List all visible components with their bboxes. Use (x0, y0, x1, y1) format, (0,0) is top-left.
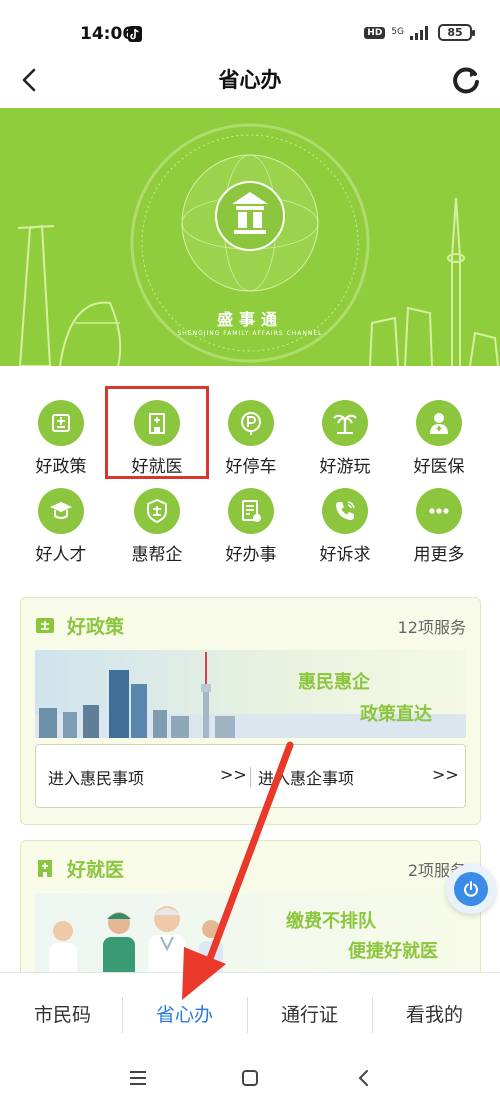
system-nav-bar (0, 1056, 500, 1101)
tiktok-icon (128, 26, 142, 42)
status-indicators: HD 5G 85 (364, 24, 475, 41)
parking-icon (228, 400, 274, 446)
service-parking[interactable]: 好停车 (204, 390, 298, 480)
medical-card-header: 好就医 2项服务 (35, 855, 466, 883)
service-travel[interactable]: 好游玩 (298, 390, 392, 480)
service-label: 好医保 (413, 457, 465, 477)
network-label: 5G (391, 27, 404, 37)
service-label: 用更多 (413, 545, 465, 565)
policy-banner-line2: 政策直达 (360, 704, 432, 725)
policy-banner[interactable]: 惠民惠企 政策直达 (35, 650, 466, 738)
floating-power-button[interactable] (446, 864, 496, 914)
refresh-button[interactable] (446, 60, 486, 100)
battery-icon: 85 (438, 24, 475, 41)
service-label: 好停车 (225, 457, 277, 477)
service-label: 好政策 (35, 457, 87, 477)
tab-pass[interactable]: 通行证 (247, 973, 372, 1057)
more-icon (416, 488, 462, 534)
document-icon (228, 488, 274, 534)
service-enterprise[interactable]: 惠帮企 (110, 478, 204, 568)
link-divider (250, 767, 251, 787)
highlight-box (105, 386, 209, 479)
home-icon[interactable] (236, 1064, 264, 1092)
service-more[interactable]: 用更多 (392, 478, 486, 568)
service-insurance[interactable]: 好医保 (392, 390, 486, 480)
back-nav-icon[interactable] (350, 1064, 378, 1092)
tab-citizen-code[interactable]: 市民码 (0, 973, 125, 1057)
signal-icon (410, 25, 428, 40)
phone-icon (322, 488, 368, 534)
medical-banner-line2: 便捷好就医 (348, 941, 438, 962)
service-policy[interactable]: 好政策 (14, 390, 108, 480)
tab-shengxinban[interactable]: 省心办 (122, 973, 247, 1057)
status-time: 14:06 (80, 24, 135, 44)
policy-icon (38, 400, 84, 446)
policy-card-icon (36, 618, 54, 633)
hero-logo-text: 盛事通 (216, 310, 283, 329)
service-label: 好诉求 (319, 545, 371, 565)
service-label: 好游玩 (319, 457, 371, 477)
link-citizen-arrow[interactable]: >> (220, 765, 247, 784)
palm-tree-icon (322, 400, 368, 446)
policy-card-header: 好政策 12项服务 (35, 612, 466, 640)
page-title: 省心办 (218, 68, 282, 92)
menu-icon[interactable] (124, 1064, 152, 1092)
hero-logo-subtitle: SHENGJING FAMILY AFFAIRS CHANNEL (177, 330, 323, 337)
service-label: 惠帮企 (131, 545, 183, 565)
hospital-card-icon (38, 860, 52, 877)
medical-banner[interactable]: 缴费不排队 便捷好就医 (35, 893, 466, 981)
title-bar: 省心办 (0, 52, 500, 108)
policy-card: 好政策 12项服务 惠民惠企 政策直达 进入惠民事项 >> 进入惠企事项 >> (20, 597, 481, 825)
link-citizen-matters[interactable]: 进入惠民事项 (48, 765, 144, 789)
link-enterprise-arrow[interactable]: >> (432, 765, 459, 784)
service-label: 好办事 (225, 545, 277, 565)
service-affairs[interactable]: 好办事 (204, 478, 298, 568)
doctor-icon (416, 400, 462, 446)
hero-banner: 盛事通 SHENGJING FAMILY AFFAIRS CHANNEL (0, 108, 500, 366)
service-appeal[interactable]: 好诉求 (298, 478, 392, 568)
medical-card-title: 好就医 (67, 859, 125, 881)
policy-banner-line1: 惠民惠企 (298, 672, 370, 693)
hd-badge: HD (364, 26, 386, 39)
status-bar: 14:06 HD 5G 85 (0, 0, 500, 52)
power-icon (454, 872, 488, 906)
medical-banner-line1: 缴费不排队 (286, 911, 376, 932)
bottom-nav: 市民码 省心办 通行证 看我的 (0, 972, 500, 1056)
service-talent[interactable]: 好人才 (14, 478, 108, 568)
policy-link-row: 进入惠民事项 >> 进入惠企事项 >> (35, 744, 466, 808)
service-label: 好人才 (35, 545, 87, 565)
tab-mine[interactable]: 看我的 (372, 973, 497, 1057)
link-enterprise-matters[interactable]: 进入惠企事项 (258, 765, 354, 789)
enterprise-shield-icon (134, 488, 180, 534)
graduate-icon (38, 488, 84, 534)
policy-card-title: 好政策 (67, 616, 125, 638)
policy-card-count[interactable]: 12项服务 (398, 614, 466, 638)
